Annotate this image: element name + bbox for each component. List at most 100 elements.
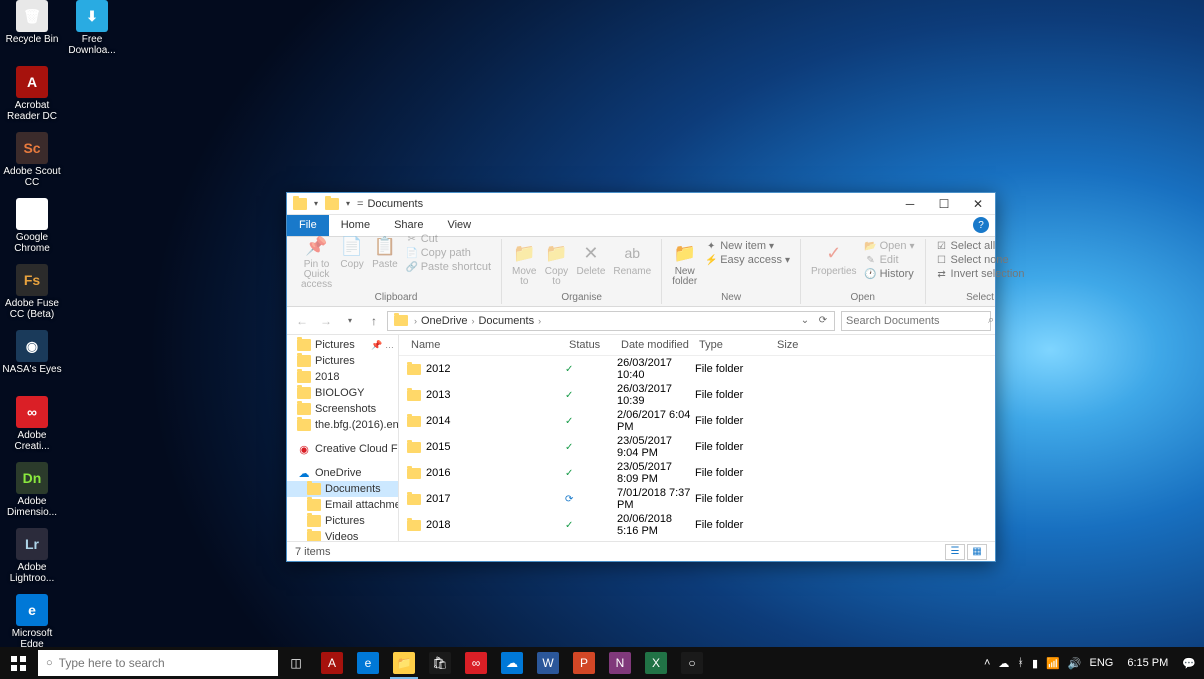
newitem-button[interactable]: ✦New item ▾	[703, 239, 792, 253]
minimize-button[interactable]: ─	[893, 193, 927, 215]
desktop-icon[interactable]: ⬇Free Downloa...	[62, 0, 122, 56]
chevron-right-icon[interactable]: ›	[412, 316, 419, 326]
nav-ccf[interactable]: ◉Creative Cloud Files	[287, 441, 398, 457]
moveto-button[interactable]: 📁Move to	[508, 239, 540, 289]
file-row[interactable]: 2018 ✓ 20/06/2018 5:16 PM File folder	[399, 512, 995, 538]
breadcrumb[interactable]: OneDrive	[419, 315, 469, 327]
notifications-icon[interactable]: 💬	[1182, 657, 1196, 670]
onedrive-tray-icon[interactable]: ☁	[998, 657, 1009, 670]
nav-item[interactable]: Videos	[287, 529, 398, 541]
desktop-icon[interactable]: FsAdobe Fuse CC (Beta)	[2, 264, 62, 320]
taskbar-cortana[interactable]: ○	[674, 647, 710, 679]
taskbar-onedrive[interactable]: ☁	[494, 647, 530, 679]
file-row[interactable]: 2016 ✓ 23/05/2017 8:09 PM File folder	[399, 460, 995, 486]
copyto-button[interactable]: 📁Copy to	[540, 239, 572, 289]
taskbar-creative[interactable]: ∞	[458, 647, 494, 679]
search-input[interactable]	[846, 315, 988, 327]
col-name[interactable]: Name	[407, 339, 565, 351]
open-button[interactable]: 📂Open ▾	[863, 239, 917, 253]
refresh-button[interactable]: ⟳	[814, 315, 832, 326]
nav-item[interactable]: 2018	[287, 369, 398, 385]
taskbar-ppt[interactable]: P	[566, 647, 602, 679]
desktop-icon[interactable]: ∞Adobe Creati...	[2, 396, 62, 452]
close-button[interactable]: ✕	[961, 193, 995, 215]
pasteshortcut-button[interactable]: 🔗Paste shortcut	[404, 260, 493, 274]
taskbar-onenote[interactable]: N	[602, 647, 638, 679]
desktop-icon[interactable]: LrAdobe Lightroo...	[2, 528, 62, 584]
nav-item[interactable]: Pictures	[287, 513, 398, 529]
taskbar-search-input[interactable]	[59, 656, 270, 670]
edit-button[interactable]: ✎Edit	[863, 253, 917, 267]
icons-view-button[interactable]: ▦	[967, 544, 987, 560]
recent-dropdown[interactable]: ▾	[339, 310, 361, 332]
file-row[interactable]: 2017 ⟳ 7/01/2018 7:37 PM File folder	[399, 486, 995, 512]
desktop-icon[interactable]: AAcrobat Reader DC	[2, 66, 62, 122]
help-button[interactable]: ?	[973, 217, 989, 233]
desktop-icon[interactable]: ◉NASA's Eyes	[2, 330, 62, 375]
copypath-button[interactable]: 📄Copy path	[404, 246, 493, 260]
nav-item[interactable]: Pictures📌 …	[287, 337, 398, 353]
details-view-button[interactable]: ☰	[945, 544, 965, 560]
newfolder-button[interactable]: 📁New folder	[668, 239, 701, 289]
nav-item[interactable]: Email attachments	[287, 497, 398, 513]
nav-item[interactable]: the.bfg.(2016).eng.1c	[287, 417, 398, 433]
col-type[interactable]: Type	[695, 339, 773, 351]
chevron-right-icon[interactable]: ›	[536, 316, 543, 326]
selectnone-button[interactable]: ☐Select none	[934, 253, 1027, 267]
battery-icon[interactable]: ▮	[1032, 657, 1038, 670]
tray-chevron-icon[interactable]: ˄	[984, 657, 990, 669]
chevron-right-icon[interactable]: ›	[469, 316, 476, 326]
cut-button[interactable]: ✂Cut	[404, 232, 493, 246]
titlebar[interactable]: ▾ ▾ = Documents ─ ☐ ✕	[287, 193, 995, 215]
taskbar-acrobat[interactable]: A	[314, 647, 350, 679]
rename-button[interactable]: abRename	[609, 239, 655, 279]
nav-pane[interactable]: Pictures📌 …Pictures2018BIOLOGYScreenshot…	[287, 335, 399, 541]
bluetooth-icon[interactable]: ᚼ	[1017, 657, 1024, 669]
taskbar-store[interactable]: 🛍	[422, 647, 458, 679]
qa-dropdown-icon[interactable]: ▾	[343, 199, 353, 208]
volume-icon[interactable]: 🔊	[1068, 657, 1082, 670]
selectall-button[interactable]: ☑Select all	[934, 239, 1027, 253]
file-row[interactable]: 2014 ✓ 2/06/2017 6:04 PM File folder	[399, 408, 995, 434]
col-date[interactable]: Date modified	[617, 339, 695, 351]
back-button[interactable]: ←	[291, 310, 313, 332]
breadcrumb[interactable]: Documents	[476, 315, 536, 327]
col-status[interactable]: Status	[565, 339, 617, 351]
nav-item[interactable]: Screenshots	[287, 401, 398, 417]
taskbar[interactable]: ○ ◫ A e 📁 🛍 ∞ ☁ W P N X ○ ˄ ☁ ᚼ ▮ 📶 🔊 EN…	[0, 647, 1204, 679]
taskbar-word[interactable]: W	[530, 647, 566, 679]
taskbar-explorer[interactable]: 📁	[386, 647, 422, 679]
address-box[interactable]: › OneDrive › Documents › ⌄ ⟳	[387, 311, 835, 331]
up-button[interactable]: ↑	[363, 310, 385, 332]
taskbar-search[interactable]: ○	[38, 650, 278, 676]
language-indicator[interactable]: ENG	[1089, 657, 1113, 669]
maximize-button[interactable]: ☐	[927, 193, 961, 215]
file-list[interactable]: 2012 ✓ 26/03/2017 10:40 File folder 2013…	[399, 356, 995, 541]
invertsel-button[interactable]: ⇄Invert selection	[934, 267, 1027, 281]
address-dropdown[interactable]: ⌄	[796, 315, 814, 326]
col-size[interactable]: Size	[773, 339, 823, 351]
copy-button[interactable]: 📄Copy	[336, 232, 368, 272]
history-button[interactable]: 🕐History	[863, 267, 917, 281]
properties-button[interactable]: ✓Properties	[807, 239, 861, 279]
taskbar-edge[interactable]: e	[350, 647, 386, 679]
search-icon[interactable]: ⌕	[988, 314, 994, 327]
desktop-icon[interactable]: eMicrosoft Edge	[2, 594, 62, 650]
forward-button[interactable]: →	[315, 310, 337, 332]
nav-item[interactable]: Pictures	[287, 353, 398, 369]
nav-item[interactable]: BIOLOGY	[287, 385, 398, 401]
search-box[interactable]: ⌕	[841, 311, 991, 331]
start-button[interactable]	[0, 647, 36, 679]
column-headers[interactable]: Name Status Date modified Type Size	[399, 335, 995, 356]
desktop-icon[interactable]: 🗑Recycle Bin	[2, 0, 62, 45]
paste-button[interactable]: 📋Paste	[368, 232, 402, 272]
nav-item[interactable]: Documents	[287, 481, 398, 497]
taskbar-excel[interactable]: X	[638, 647, 674, 679]
pin-quickaccess-button[interactable]: 📌Pin to Quick access	[297, 232, 336, 292]
desktop-icon[interactable]: ScAdobe Scout CC	[2, 132, 62, 188]
file-row[interactable]: 2015 ✓ 23/05/2017 9:04 PM File folder	[399, 434, 995, 460]
delete-button[interactable]: ✕Delete	[572, 239, 609, 279]
file-row[interactable]: 2013 ✓ 26/03/2017 10:39 File folder	[399, 382, 995, 408]
nav-onedrive[interactable]: ☁OneDrive	[287, 465, 398, 481]
easyaccess-button[interactable]: ⚡Easy access ▾	[703, 253, 792, 267]
